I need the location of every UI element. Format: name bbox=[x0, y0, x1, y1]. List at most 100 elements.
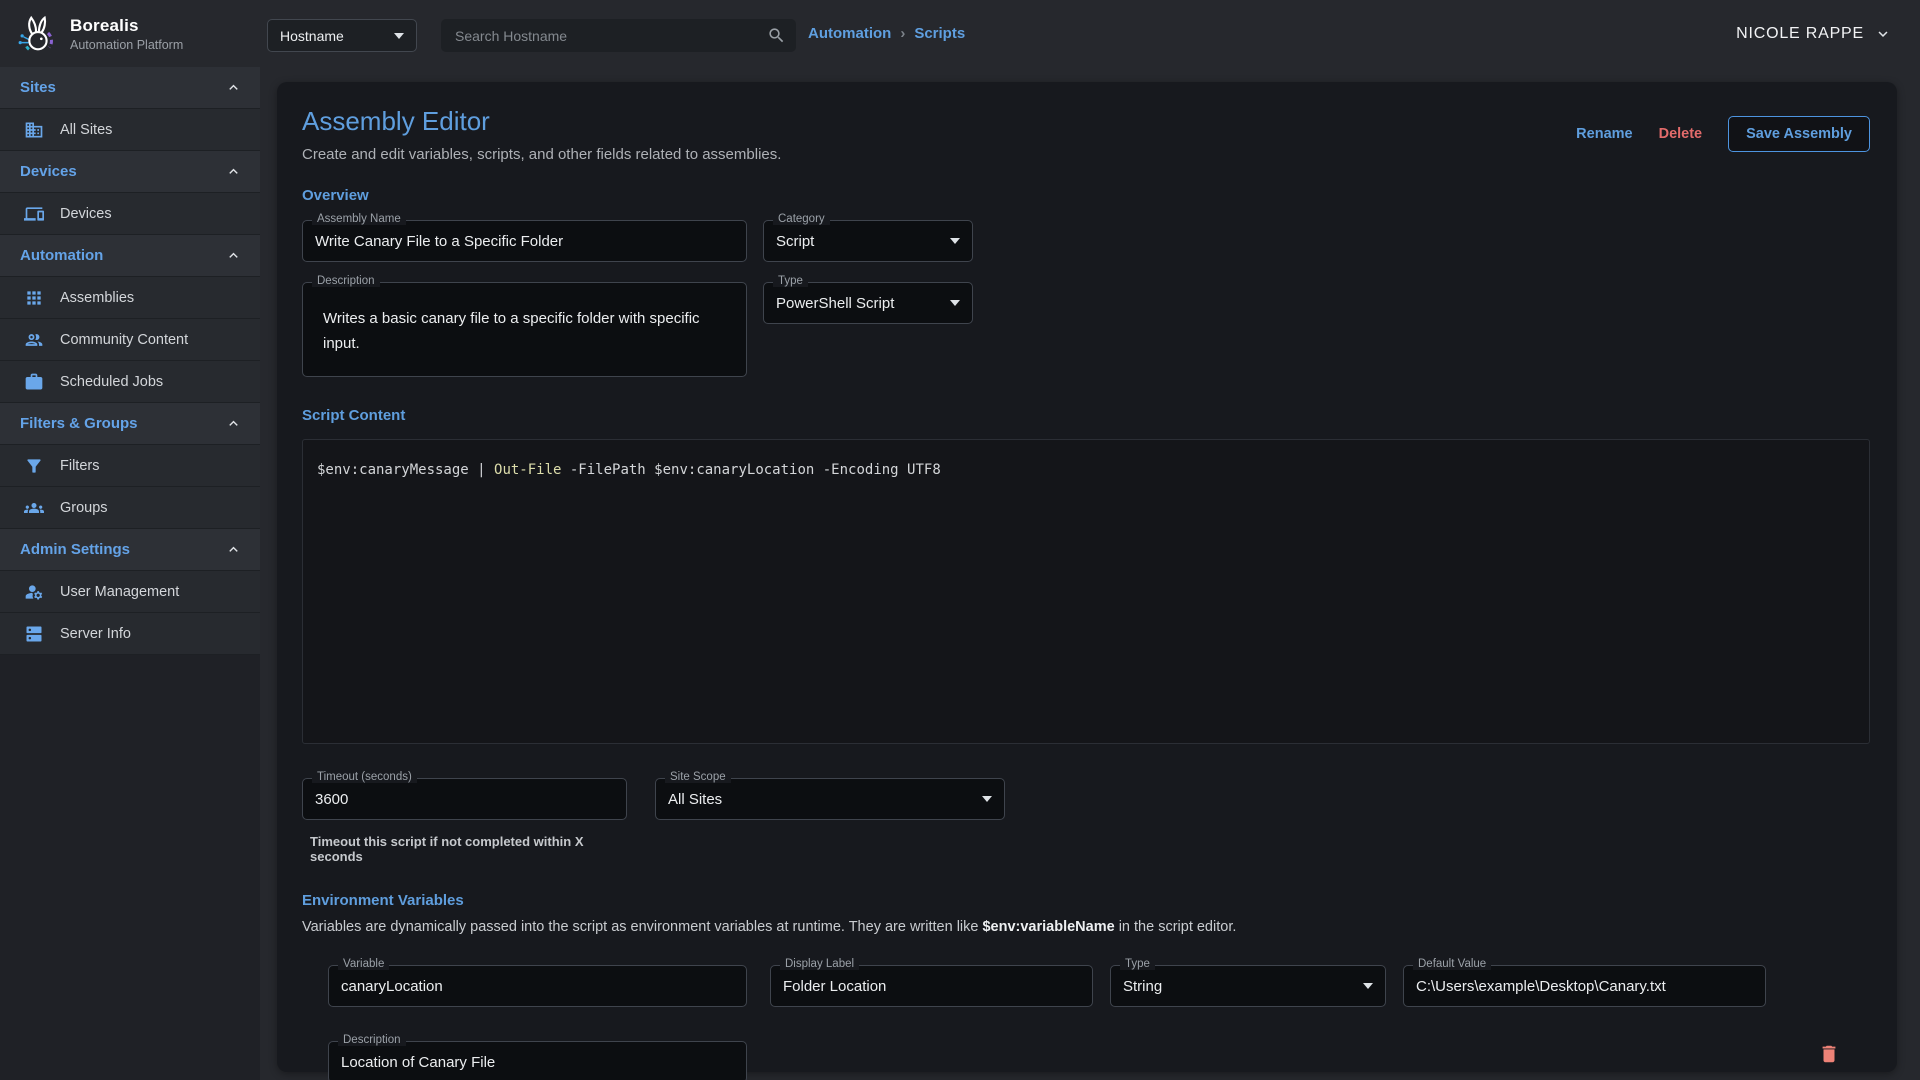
devices-icon bbox=[24, 204, 44, 224]
variable-description-field-wrap: Description bbox=[328, 1041, 747, 1080]
delete-button[interactable]: Delete bbox=[1659, 126, 1703, 142]
sidebar-item-assemblies[interactable]: Assemblies bbox=[0, 277, 260, 319]
type-label: Type bbox=[773, 275, 808, 287]
sidebar-item-label: All Sites bbox=[60, 122, 112, 138]
variable-type-label: Type bbox=[1120, 958, 1155, 970]
site-scope-select[interactable]: Site Scope All Sites bbox=[655, 778, 1005, 820]
env-vars-heading: Environment Variables bbox=[302, 892, 1870, 909]
variable-label: Variable bbox=[338, 958, 389, 970]
server-icon bbox=[24, 624, 44, 644]
sidebar-item-label: Groups bbox=[60, 500, 108, 516]
assembly-name-input[interactable] bbox=[315, 233, 734, 250]
sidebar-section-admin-settings[interactable]: Admin Settings bbox=[0, 529, 260, 571]
sidebar-section-sites[interactable]: Sites bbox=[0, 67, 260, 109]
description-label: Description bbox=[312, 275, 380, 287]
assembly-editor-panel: Assembly Editor Create and edit variable… bbox=[277, 82, 1897, 1072]
timeout-input[interactable] bbox=[315, 791, 614, 808]
variable-description-input[interactable] bbox=[341, 1054, 734, 1071]
main-area: Hostname Automation › Scripts NICOLE RAP… bbox=[260, 0, 1920, 1080]
description-input[interactable]: Writes a basic canary file to a specific… bbox=[303, 283, 746, 376]
community-icon bbox=[24, 330, 44, 350]
sidebar-item-groups[interactable]: Groups bbox=[0, 487, 260, 529]
category-select[interactable]: Category Script bbox=[763, 220, 973, 262]
env-intro-text: in the script editor. bbox=[1115, 919, 1237, 935]
timeout-row: Timeout (seconds) Timeout this script if… bbox=[302, 778, 1870, 864]
sidebar-item-community-content[interactable]: Community Content bbox=[0, 319, 260, 361]
type-select[interactable]: Type PowerShell Script bbox=[763, 282, 973, 324]
building-icon bbox=[24, 120, 44, 140]
variable-input[interactable] bbox=[341, 978, 734, 995]
page-subtitle: Create and edit variables, scripts, and … bbox=[302, 146, 781, 163]
category-label: Category bbox=[773, 213, 830, 225]
sidebar-section-filters-groups[interactable]: Filters & Groups bbox=[0, 403, 260, 445]
dropdown-caret-icon bbox=[950, 238, 960, 244]
user-menu[interactable]: NICOLE RAPPE bbox=[1736, 0, 1892, 67]
sidebar-section-label: Devices bbox=[20, 163, 77, 180]
sidebar: Borealis Automation Platform Sites All S… bbox=[0, 0, 260, 1080]
brand-text: Borealis Automation Platform bbox=[70, 16, 183, 52]
site-scope-value: All Sites bbox=[668, 791, 722, 808]
search-icon[interactable] bbox=[767, 26, 786, 45]
dropdown-caret-icon bbox=[982, 796, 992, 802]
chevron-down-icon bbox=[1874, 25, 1892, 43]
save-assembly-button[interactable]: Save Assembly bbox=[1728, 116, 1870, 152]
timeout-field-wrap: Timeout (seconds) bbox=[302, 778, 627, 820]
display-label-field-wrap: Display Label bbox=[770, 965, 1093, 1007]
chevron-up-icon bbox=[225, 247, 242, 264]
script-content-heading: Script Content bbox=[302, 407, 1870, 424]
delete-variable-button[interactable] bbox=[1818, 1043, 1840, 1068]
breadcrumb-scripts[interactable]: Scripts bbox=[914, 25, 965, 42]
assembly-name-label: Assembly Name bbox=[312, 213, 406, 225]
display-label-input[interactable] bbox=[783, 978, 1080, 995]
dropdown-caret-icon bbox=[394, 33, 404, 39]
sidebar-item-filters[interactable]: Filters bbox=[0, 445, 260, 487]
search-input[interactable] bbox=[455, 28, 767, 44]
chevron-up-icon bbox=[225, 541, 242, 558]
variable-description-label: Description bbox=[338, 1034, 406, 1046]
sidebar-section-automation[interactable]: Automation bbox=[0, 235, 260, 277]
hostname-search bbox=[441, 19, 796, 52]
sidebar-item-all-sites[interactable]: All Sites bbox=[0, 109, 260, 151]
hostname-select-value: Hostname bbox=[280, 28, 344, 44]
env-intro-text: Variables are dynamically passed into th… bbox=[302, 919, 982, 935]
page-title: Assembly Editor bbox=[302, 106, 781, 137]
sidebar-section-label: Admin Settings bbox=[20, 541, 130, 558]
category-value: Script bbox=[776, 233, 814, 250]
sidebar-item-scheduled-jobs[interactable]: Scheduled Jobs bbox=[0, 361, 260, 403]
script-editor[interactable]: $env:canaryMessage | Out-File -FilePath … bbox=[302, 439, 1870, 744]
variable-field-wrap: Variable bbox=[328, 965, 747, 1007]
sidebar-item-server-info[interactable]: Server Info bbox=[0, 613, 260, 655]
hostname-select[interactable]: Hostname bbox=[267, 19, 417, 52]
sidebar-item-label: Community Content bbox=[60, 332, 188, 348]
sidebar-section-label: Automation bbox=[20, 247, 103, 264]
brand-subtitle: Automation Platform bbox=[70, 38, 183, 52]
chevron-up-icon bbox=[225, 163, 242, 180]
trash-icon bbox=[1818, 1043, 1840, 1065]
sidebar-item-label: User Management bbox=[60, 584, 179, 600]
grid-icon bbox=[24, 288, 44, 308]
assembly-name-field-wrap: Assembly Name bbox=[302, 220, 747, 262]
variable-type-select[interactable]: Type String bbox=[1110, 965, 1386, 1007]
sidebar-item-label: Scheduled Jobs bbox=[60, 374, 163, 390]
default-value-label: Default Value bbox=[1413, 958, 1491, 970]
brand-name: Borealis bbox=[70, 16, 183, 36]
script-code: $env:canaryMessage | Out-File -FilePath … bbox=[303, 440, 1869, 501]
panel-title-block: Assembly Editor Create and edit variable… bbox=[302, 106, 781, 163]
overview-row-1: Assembly Name Category Script bbox=[302, 220, 1870, 262]
user-settings-icon bbox=[24, 582, 44, 602]
default-value-field-wrap: Default Value bbox=[1403, 965, 1766, 1007]
env-variable-row: Variable Display Label Type String bbox=[328, 965, 1870, 1080]
sidebar-item-devices[interactable]: Devices bbox=[0, 193, 260, 235]
type-value: PowerShell Script bbox=[776, 295, 894, 312]
default-value-input[interactable] bbox=[1416, 978, 1753, 995]
sidebar-section-devices[interactable]: Devices bbox=[0, 151, 260, 193]
dropdown-caret-icon bbox=[950, 300, 960, 306]
rename-button[interactable]: Rename bbox=[1576, 126, 1632, 142]
sidebar-nav: Sites All Sites Devices Devices Automati… bbox=[0, 67, 260, 655]
breadcrumb-automation[interactable]: Automation bbox=[808, 25, 891, 42]
briefcase-icon bbox=[24, 372, 44, 392]
sidebar-item-user-management[interactable]: User Management bbox=[0, 571, 260, 613]
groups-icon bbox=[24, 498, 44, 518]
description-field-wrap: Description Writes a basic canary file t… bbox=[302, 282, 747, 377]
dropdown-caret-icon bbox=[1363, 983, 1373, 989]
